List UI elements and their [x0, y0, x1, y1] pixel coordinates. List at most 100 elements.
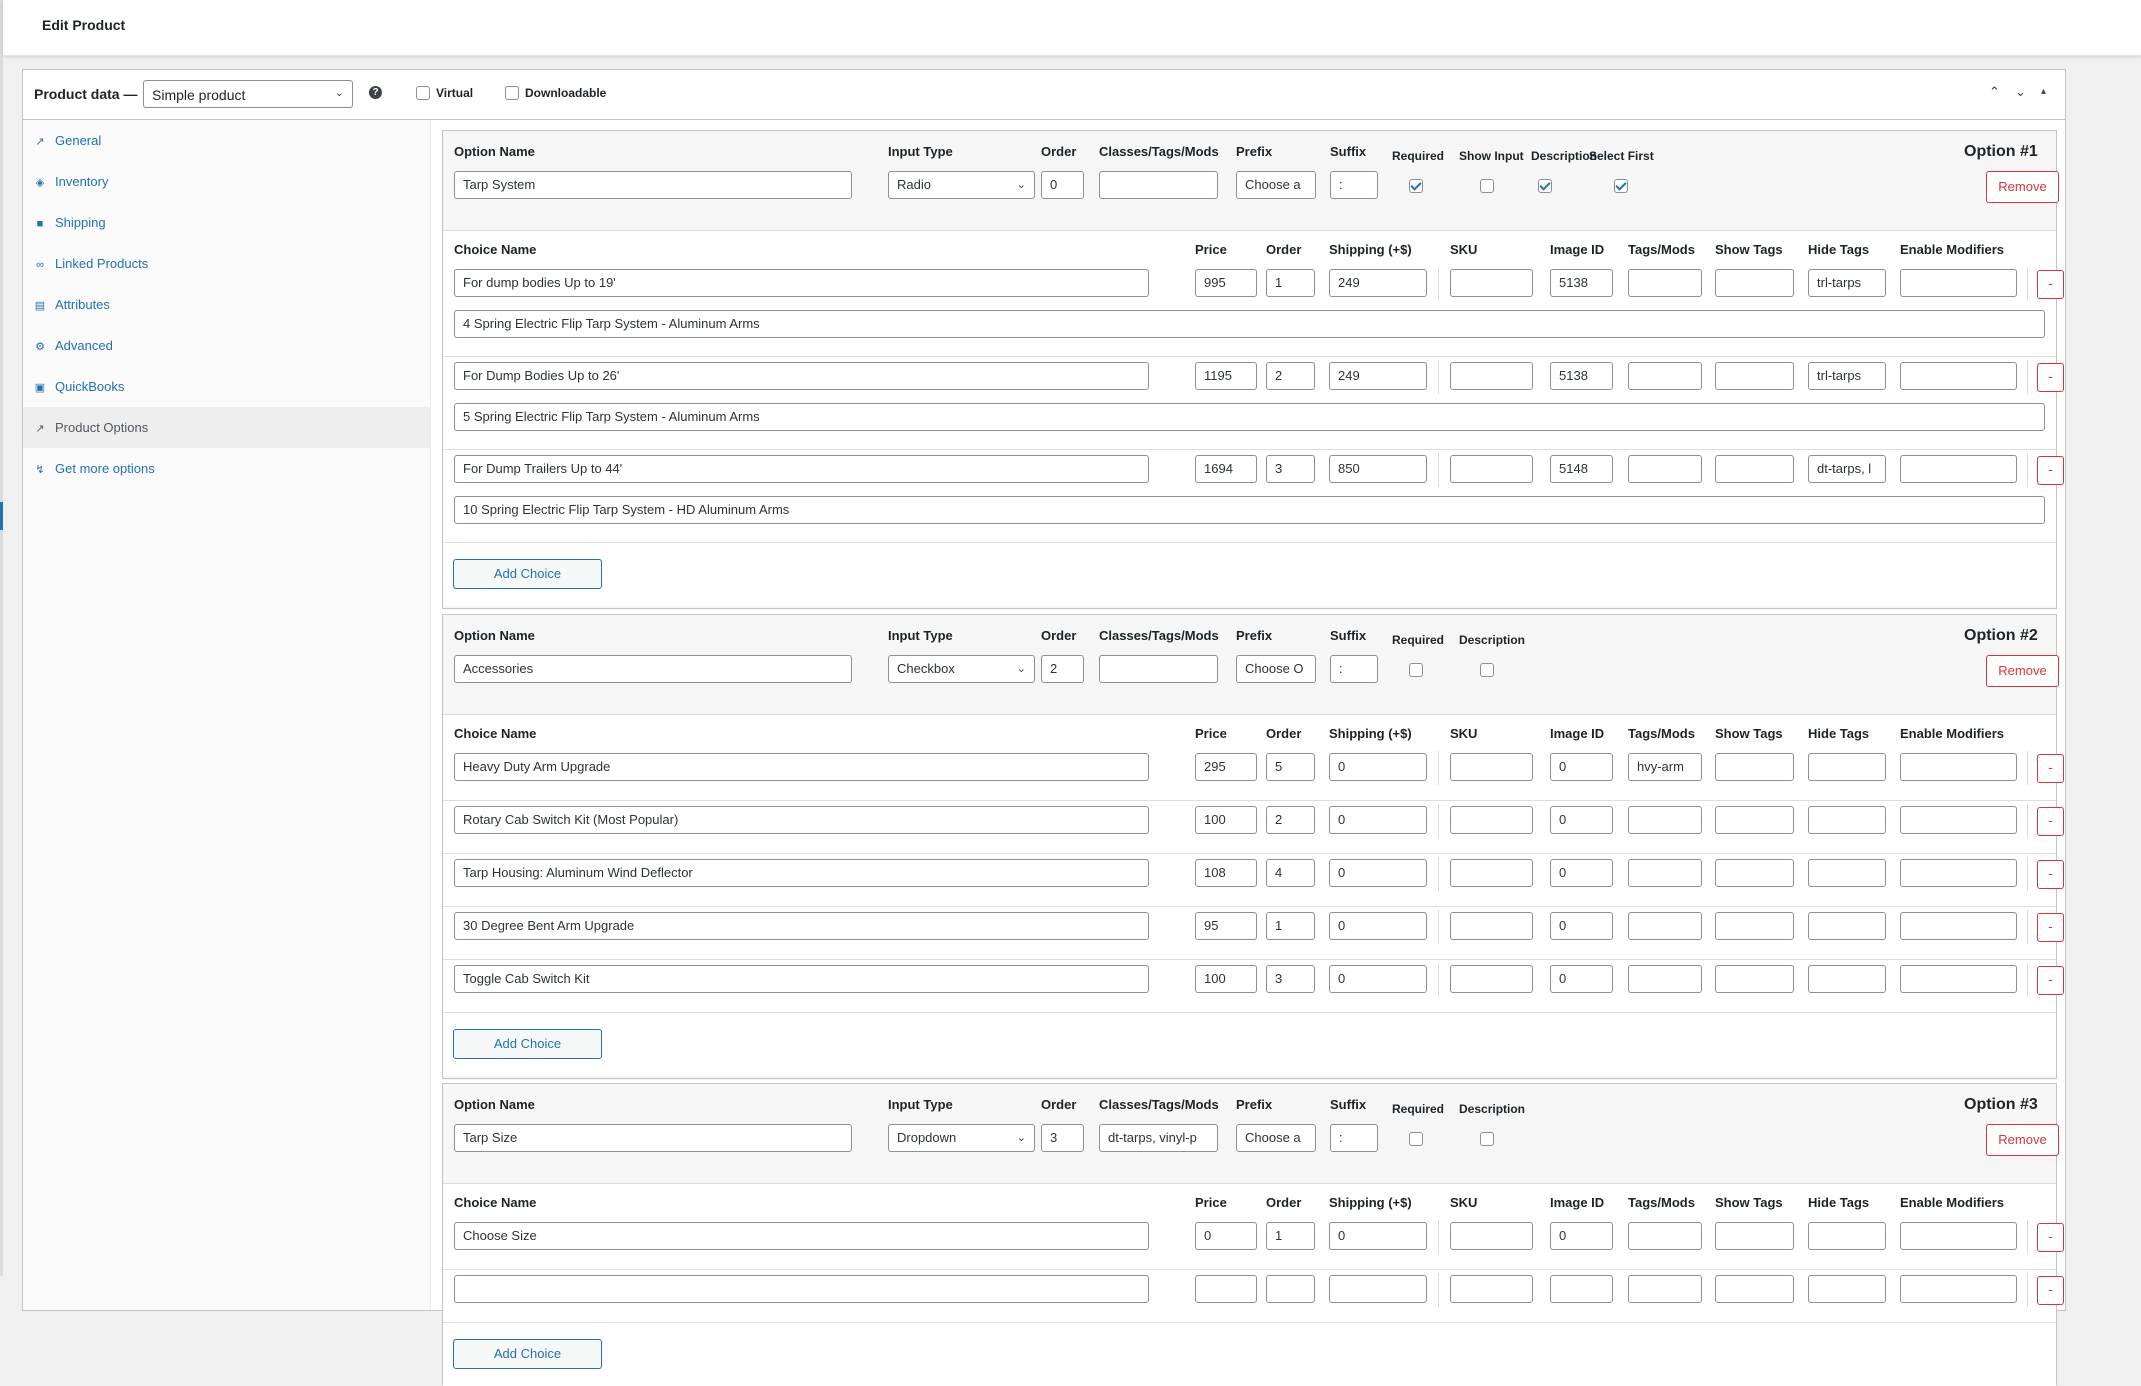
remove-choice-button[interactable]: - [2037, 966, 2064, 995]
add-choice-button[interactable]: Add Choice [453, 559, 602, 589]
choice-price-input[interactable]: 0 [1195, 1222, 1257, 1250]
remove-choice-button[interactable]: - [2037, 270, 2064, 299]
choice-hide-tags-input[interactable]: trl-tarps [1808, 362, 1886, 390]
choice-sku-input[interactable] [1450, 859, 1533, 887]
choice-sku-input[interactable] [1450, 965, 1533, 993]
choice-name-input[interactable]: Heavy Duty Arm Upgrade [454, 753, 1149, 781]
choice-modifiers-input[interactable] [1900, 1222, 2017, 1250]
sidebar-item-attributes[interactable]: ▤ Attributes [23, 284, 430, 325]
choice-name-input[interactable] [454, 1275, 1149, 1303]
choice-modifiers-input[interactable] [1900, 806, 2017, 834]
description-checkbox[interactable] [1480, 663, 1494, 677]
choice-modifiers-input[interactable] [1900, 269, 2017, 297]
show-input-checkbox[interactable] [1480, 179, 1494, 193]
choice-tags-mods-input[interactable] [1628, 912, 1702, 940]
sidebar-item-product-options[interactable]: ↗ Product Options [23, 407, 430, 448]
suffix-input[interactable]: : [1330, 1124, 1378, 1152]
classes-input[interactable] [1099, 655, 1218, 683]
choice-shipping-input[interactable]: 0 [1329, 806, 1427, 834]
classes-input[interactable]: dt-tarps, vinyl-p [1099, 1124, 1218, 1152]
input-type-select[interactable]: Radio ⌄ [888, 171, 1035, 199]
classes-input[interactable] [1099, 171, 1218, 199]
help-icon[interactable]: ? [369, 86, 382, 99]
remove-choice-button[interactable]: - [2037, 363, 2064, 392]
required-checkbox[interactable] [1409, 1132, 1423, 1146]
option-order-input[interactable]: 3 [1041, 1124, 1084, 1152]
choice-shipping-input[interactable]: 0 [1329, 1222, 1427, 1250]
choice-shipping-input[interactable]: 0 [1329, 912, 1427, 940]
choice-order-input[interactable]: 2 [1266, 362, 1315, 390]
option-order-input[interactable]: 0 [1041, 171, 1084, 199]
choice-shipping-input[interactable]: 249 [1329, 362, 1427, 390]
choice-order-input[interactable] [1266, 1275, 1315, 1303]
choice-show-tags-input[interactable] [1715, 965, 1794, 993]
choice-tags-mods-input[interactable] [1628, 806, 1702, 834]
choice-price-input[interactable] [1195, 1275, 1257, 1303]
choice-modifiers-input[interactable] [1900, 912, 2017, 940]
move-down-icon[interactable]: ⌄ [2015, 84, 2026, 100]
prefix-input[interactable]: Choose a [1236, 171, 1316, 199]
choice-price-input[interactable]: 1195 [1195, 362, 1257, 390]
choice-name-input[interactable]: Toggle Cab Switch Kit [454, 965, 1149, 993]
choice-image-id-input[interactable]: 0 [1550, 806, 1613, 834]
choice-name-input[interactable]: 30 Degree Bent Arm Upgrade [454, 912, 1149, 940]
remove-choice-button[interactable]: - [2037, 456, 2064, 485]
choice-hide-tags-input[interactable]: trl-tarps [1808, 269, 1886, 297]
choice-modifiers-input[interactable] [1900, 965, 2017, 993]
choice-modifiers-input[interactable] [1900, 753, 2017, 781]
choice-tags-mods-input[interactable] [1628, 1222, 1702, 1250]
collapse-icon[interactable]: ▴ [2041, 86, 2046, 97]
choice-image-id-input[interactable]: 0 [1550, 912, 1613, 940]
choice-modifiers-input[interactable] [1900, 859, 2017, 887]
sidebar-item-inventory[interactable]: ◈ Inventory [23, 161, 430, 202]
choice-order-input[interactable]: 5 [1266, 753, 1315, 781]
choice-tags-mods-input[interactable] [1628, 269, 1702, 297]
choice-show-tags-input[interactable] [1715, 806, 1794, 834]
remove-choice-button[interactable]: - [2037, 807, 2064, 836]
choice-show-tags-input[interactable] [1715, 753, 1794, 781]
choice-tags-mods-input[interactable] [1628, 362, 1702, 390]
sidebar-item-linked-products[interactable]: ∞ Linked Products [23, 243, 430, 284]
downloadable-checkbox[interactable] [505, 85, 519, 100]
choice-show-tags-input[interactable] [1715, 362, 1794, 390]
choice-price-input[interactable]: 100 [1195, 806, 1257, 834]
choice-tags-mods-input[interactable] [1628, 455, 1702, 483]
choice-sku-input[interactable] [1450, 1275, 1533, 1303]
option-name-input[interactable]: Tarp Size [454, 1124, 852, 1152]
choice-image-id-input[interactable]: 5148 [1550, 455, 1613, 483]
choice-show-tags-input[interactable] [1715, 1275, 1794, 1303]
virtual-checkbox[interactable] [416, 85, 430, 100]
choice-show-tags-input[interactable] [1715, 859, 1794, 887]
choice-shipping-input[interactable]: 0 [1329, 859, 1427, 887]
sidebar-item-general[interactable]: ↗ General [23, 120, 430, 161]
choice-sku-input[interactable] [1450, 1222, 1533, 1250]
choice-order-input[interactable]: 3 [1266, 965, 1315, 993]
choice-description-input[interactable]: 4 Spring Electric Flip Tarp System - Alu… [454, 310, 2045, 338]
choice-hide-tags-input[interactable] [1808, 1222, 1886, 1250]
choice-shipping-input[interactable] [1329, 1275, 1427, 1303]
choice-hide-tags-input[interactable] [1808, 965, 1886, 993]
choice-hide-tags-input[interactable] [1808, 1275, 1886, 1303]
description-checkbox[interactable] [1480, 1132, 1494, 1146]
choice-image-id-input[interactable]: 5138 [1550, 362, 1613, 390]
choice-modifiers-input[interactable] [1900, 1275, 2017, 1303]
remove-option-button[interactable]: Remove [1986, 655, 2059, 687]
choice-modifiers-input[interactable] [1900, 455, 2017, 483]
remove-choice-button[interactable]: - [2037, 1276, 2064, 1305]
sidebar-item-get-more-options[interactable]: ↯ Get more options [23, 448, 430, 489]
remove-choice-button[interactable]: - [2037, 1223, 2064, 1252]
choice-modifiers-input[interactable] [1900, 362, 2017, 390]
remove-choice-button[interactable]: - [2037, 913, 2064, 942]
choice-name-input[interactable]: Tarp Housing: Aluminum Wind Deflector [454, 859, 1149, 887]
choice-order-input[interactable]: 1 [1266, 269, 1315, 297]
choice-name-input[interactable]: For Dump Bodies Up to 26' [454, 362, 1149, 390]
choice-tags-mods-input[interactable] [1628, 859, 1702, 887]
remove-choice-button[interactable]: - [2037, 860, 2064, 889]
choice-sku-input[interactable] [1450, 362, 1533, 390]
choice-image-id-input[interactable]: 5138 [1550, 269, 1613, 297]
choice-tags-mods-input[interactable]: hvy-arm [1628, 753, 1702, 781]
prefix-input[interactable]: Choose a [1236, 1124, 1316, 1152]
choice-tags-mods-input[interactable] [1628, 1275, 1702, 1303]
choice-order-input[interactable]: 3 [1266, 455, 1315, 483]
choice-hide-tags-input[interactable]: dt-tarps, l [1808, 455, 1886, 483]
